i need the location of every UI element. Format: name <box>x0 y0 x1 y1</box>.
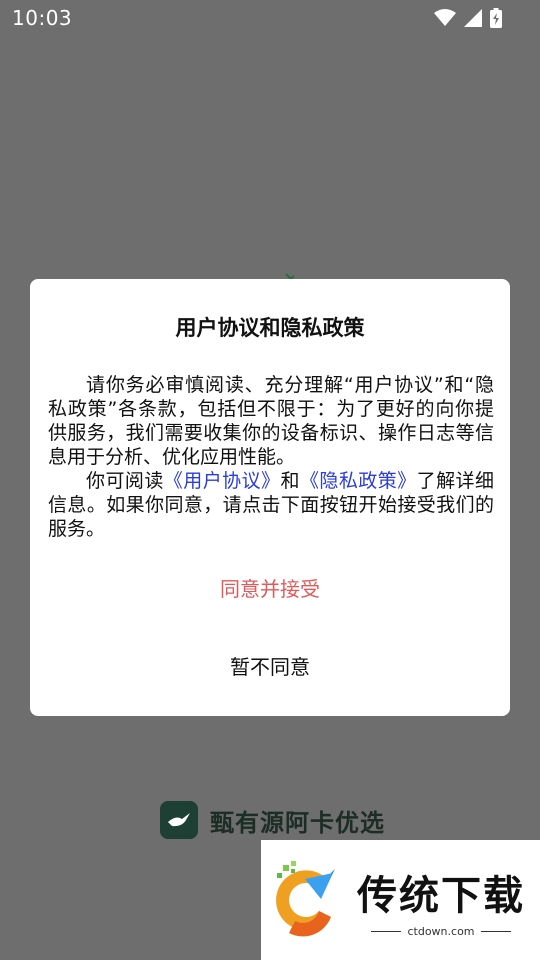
privacy-policy-link[interactable]: 《隐私政策》 <box>300 470 417 492</box>
watermark: 传统下载 ctdown.com <box>261 840 540 960</box>
status-icons <box>434 8 502 28</box>
dialog-body: 请你务必审慎阅读、充分理解“用户协议”和“隐私政策”各条款，包括但不限于：为了更… <box>48 373 494 541</box>
cellular-signal-icon <box>464 9 482 27</box>
brand: 甄有源阿卡优选 <box>160 801 385 839</box>
status-time: 10:03 <box>12 6 73 30</box>
divider <box>480 930 511 932</box>
watermark-url: ctdown.com <box>407 924 475 938</box>
privacy-dialog: 用户协议和隐私政策 请你务必审慎阅读、充分理解“用户协议”和“隐私政策”各条款，… <box>30 279 510 716</box>
dialog-paragraph-2: 你可阅读《用户协议》和《隐私政策》了解详细信息。如果你同意，请点击下面按钮开始接… <box>48 469 494 541</box>
accept-button[interactable]: 同意并接受 <box>30 567 510 607</box>
status-bar: 10:03 <box>0 0 540 36</box>
brand-logo-icon <box>160 801 198 839</box>
watermark-text: 传统下载 ctdown.com <box>357 863 525 938</box>
wifi-icon <box>434 9 456 27</box>
paragraph-2-and: 和 <box>280 470 300 492</box>
user-agreement-link[interactable]: 《用户协议》 <box>164 470 281 492</box>
battery-charging-icon <box>490 8 502 28</box>
decline-button[interactable]: 暂不同意 <box>30 645 510 685</box>
paragraph-2-prefix: 你可阅读 <box>86 470 164 492</box>
watermark-logo-icon <box>276 861 335 937</box>
dialog-title: 用户协议和隐私政策 <box>175 316 365 340</box>
watermark-url-row: ctdown.com <box>371 924 511 938</box>
divider <box>371 930 402 932</box>
dialog-paragraph-1: 请你务必审慎阅读、充分理解“用户协议”和“隐私政策”各条款，包括但不限于：为了更… <box>48 374 494 468</box>
brand-name: 甄有源阿卡优选 <box>210 808 385 837</box>
watermark-title: 传统下载 <box>357 872 525 919</box>
